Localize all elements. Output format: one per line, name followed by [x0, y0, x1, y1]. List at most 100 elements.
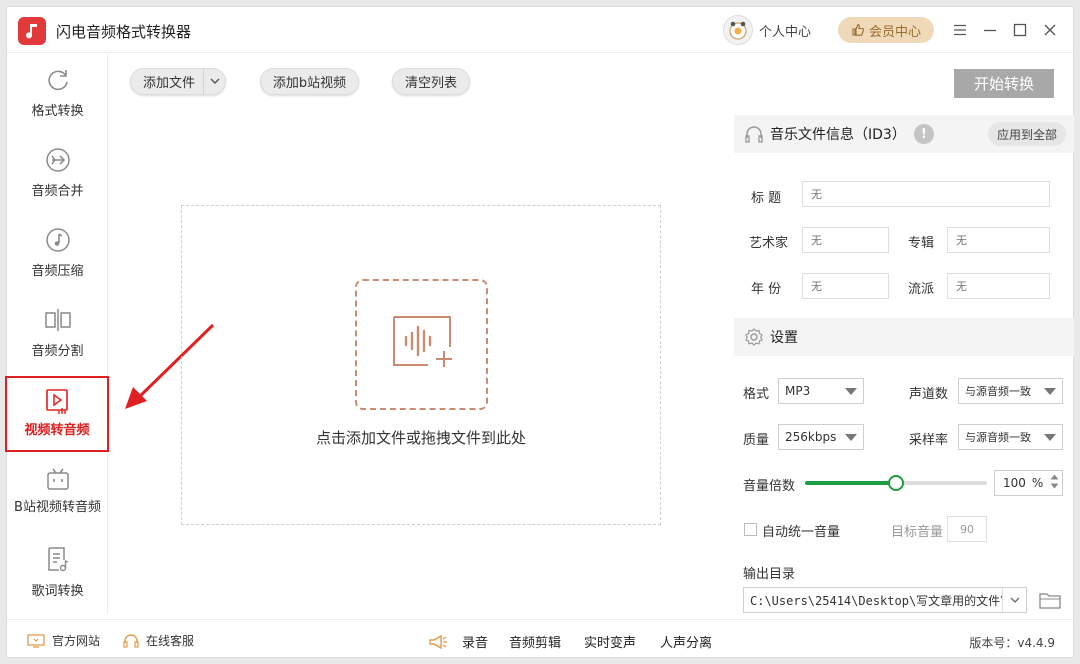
audio-waveform-add-icon	[392, 315, 452, 367]
output-dir-select[interactable]: C:\Users\25414\Desktop\写文章用的文件\...	[743, 587, 1027, 613]
id3-section-header: 音乐文件信息（ID3） ! 应用到全部	[734, 115, 1074, 153]
volume-slider-thumb[interactable]	[888, 475, 904, 491]
bilibili-icon	[44, 466, 72, 494]
monitor-icon	[27, 633, 45, 648]
clear-list-button[interactable]: 清空列表	[392, 68, 470, 95]
chevron-down-icon	[1044, 434, 1056, 441]
chevron-down-icon	[1044, 388, 1056, 395]
headphones-icon	[744, 124, 764, 144]
title-bar: 闪电音频格式转换器 个人中心 会员中心	[7, 7, 1073, 53]
start-convert-button[interactable]: 开始转换	[954, 69, 1054, 98]
maximize-icon[interactable]	[1009, 19, 1031, 41]
realtime-voice-label: 实时变声	[584, 636, 637, 651]
samplerate-label: 采样率	[909, 433, 949, 448]
record-label: 录音	[462, 636, 489, 651]
sidebar-item-audio-merge[interactable]: 音频合并	[7, 136, 108, 212]
volume-label: 音量倍数	[743, 479, 796, 494]
target-volume-label: 目标音量	[891, 525, 944, 540]
sidebar-item-label: 音频合并	[31, 184, 84, 199]
file-drop-zone[interactable]: 点击添加文件或拖拽文件到此处	[181, 205, 661, 525]
id3-section-title: 音乐文件信息（ID3）	[770, 127, 906, 143]
format-label: 格式	[743, 387, 770, 402]
add-audio-file-button[interactable]	[355, 279, 488, 410]
sidebar-item-label: 音频分割	[31, 344, 84, 359]
artist-field[interactable]	[802, 227, 889, 253]
quality-select-value: 256kbps	[785, 430, 837, 444]
audio-edit-link[interactable]: 音频剪辑	[509, 632, 561, 651]
sidebar-item-lyrics-convert[interactable]: 歌词转换	[7, 536, 108, 612]
output-dir-value: C:\Users\25414\Desktop\写文章用的文件\...	[750, 593, 1027, 608]
output-dir-label: 输出目录	[743, 567, 796, 582]
realtime-voice-link[interactable]: 实时变声	[584, 632, 636, 651]
sidebar-item-label: 格式转换	[31, 104, 84, 119]
samplerate-select[interactable]: 与源音频一致	[958, 424, 1063, 450]
quality-label: 质量	[743, 433, 770, 448]
app-title: 闪电音频格式转换器	[56, 23, 192, 41]
version-label: 版本号：v4.4.9	[969, 636, 1055, 650]
app-logo-icon	[18, 17, 46, 45]
title-field-label: 标 题	[751, 191, 782, 206]
sidebar-item-audio-compress[interactable]: 音频压缩	[7, 216, 108, 292]
sidebar-item-label: 音频压缩	[31, 264, 84, 279]
add-file-button[interactable]: 添加文件	[130, 68, 226, 95]
chevron-down-icon	[1002, 588, 1026, 612]
vip-center-label: 会员中心	[868, 24, 921, 40]
headset-icon	[123, 633, 139, 648]
settings-section-title: 设置	[770, 330, 798, 346]
chevron-down-icon	[845, 388, 857, 395]
online-support-label: 在线客服	[146, 634, 195, 648]
stepper-arrows-icon[interactable]	[1050, 474, 1059, 489]
music-note-icon	[44, 226, 72, 254]
volume-value: 100	[1003, 476, 1026, 490]
warning-info-icon[interactable]: !	[913, 124, 934, 144]
volume-stepper[interactable]: 100 %	[994, 470, 1063, 496]
genre-field[interactable]	[947, 273, 1050, 299]
vip-center-button[interactable]: 会员中心	[838, 17, 934, 43]
target-volume-field[interactable]: 90	[947, 516, 987, 542]
volume-slider-fill	[805, 481, 896, 485]
hamburger-menu-icon[interactable]	[949, 19, 971, 41]
album-field[interactable]	[947, 227, 1050, 253]
personal-center-label: 个人中心	[759, 24, 812, 40]
sidebar-item-audio-split[interactable]: 音频分割	[7, 296, 108, 372]
quality-select[interactable]: 256kbps	[778, 424, 864, 450]
year-field-label: 年 份	[751, 282, 782, 297]
channels-select-value: 与源音频一致	[965, 385, 1031, 398]
personal-center-button[interactable]: 个人中心	[723, 15, 811, 45]
audio-edit-label: 音频剪辑	[509, 636, 562, 651]
refresh-circle-icon	[44, 66, 72, 94]
sidebar: 格式转换 音频合并 音频压缩 音频分割 视频转音频 B站视频转音频 歌词转换	[5, 54, 109, 614]
thumb-up-icon	[852, 23, 865, 36]
minimize-icon[interactable]	[979, 19, 1001, 41]
folder-icon[interactable]	[1038, 589, 1062, 611]
megaphone-icon	[429, 634, 447, 649]
sidebar-item-bilibili-to-audio[interactable]: B站视频转音频	[7, 456, 108, 532]
merge-arrows-icon	[44, 146, 72, 174]
online-support-link[interactable]: 在线客服	[123, 632, 194, 649]
apply-to-all-button[interactable]: 应用到全部	[988, 122, 1066, 146]
channels-select[interactable]: 与源音频一致	[958, 378, 1063, 404]
chevron-down-icon	[845, 434, 857, 441]
gear-icon	[744, 327, 764, 347]
settings-section-header: 设置	[734, 318, 1074, 356]
drop-zone-hint: 点击添加文件或拖拽文件到此处	[315, 429, 526, 447]
vocal-split-link[interactable]: 人声分离	[660, 632, 712, 651]
close-icon[interactable]	[1039, 19, 1061, 41]
sidebar-item-label: 视频转音频	[24, 423, 90, 438]
split-icon	[44, 306, 72, 334]
auto-volume-checkbox[interactable]	[744, 523, 757, 536]
chevron-down-icon[interactable]	[203, 69, 225, 94]
add-file-label: 添加文件	[143, 76, 196, 91]
add-bilibili-video-button[interactable]: 添加b站视频	[260, 68, 359, 95]
avatar	[723, 15, 753, 45]
samplerate-select-value: 与源音频一致	[965, 431, 1031, 444]
format-select[interactable]: MP3	[778, 378, 864, 404]
title-field[interactable]	[802, 181, 1050, 207]
year-field[interactable]	[802, 273, 889, 299]
sidebar-item-format-convert[interactable]: 格式转换	[7, 56, 108, 132]
lyrics-icon	[44, 546, 72, 574]
sidebar-item-video-to-audio[interactable]: 视频转音频	[5, 376, 109, 452]
official-website-link[interactable]: 官方网站	[27, 632, 100, 649]
official-website-label: 官方网站	[52, 634, 101, 648]
record-link[interactable]: 录音	[428, 632, 488, 651]
